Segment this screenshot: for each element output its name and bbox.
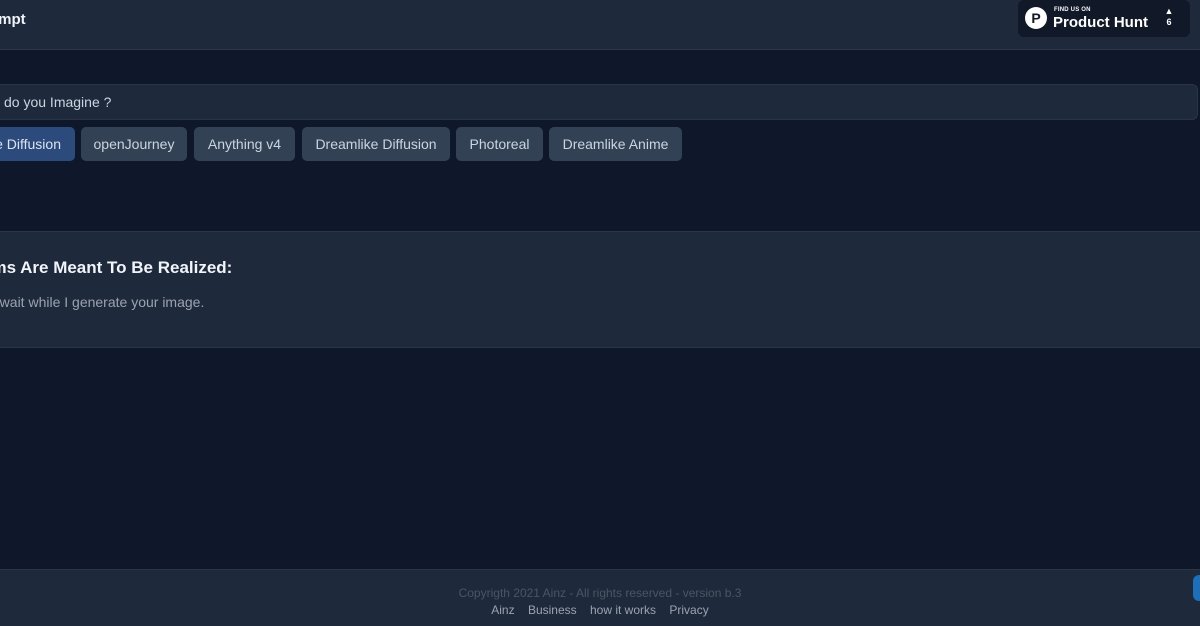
upvote-count: 6 bbox=[1166, 17, 1172, 27]
brand-title[interactable]: ompt bbox=[0, 11, 26, 28]
product-hunt-badge[interactable]: P FIND US ON Product Hunt ▲ 6 bbox=[1018, 0, 1190, 37]
footer-link-ainz[interactable]: Ainz bbox=[491, 603, 514, 617]
status-title: ams Are Meant To Be Realized: bbox=[0, 258, 233, 277]
copyright-text: Copyrigth 2021 Ainz - All rights reserve… bbox=[458, 586, 742, 600]
model-button-anything-v4[interactable]: Anything v4 bbox=[194, 127, 295, 161]
product-hunt-label: Product Hunt bbox=[1053, 14, 1148, 31]
model-button-photoreal[interactable]: Photoreal bbox=[456, 127, 543, 161]
prompt-input[interactable] bbox=[0, 84, 1198, 120]
footer-link-privacy[interactable]: Privacy bbox=[669, 603, 708, 617]
status-message: se wait while I generate your image. bbox=[0, 294, 205, 310]
model-button-stable-diffusion[interactable]: e Diffusion bbox=[0, 127, 75, 161]
header: ompt P FIND US ON Product Hunt ▲ 6 bbox=[0, 0, 1200, 50]
footer-link-business[interactable]: Business bbox=[528, 603, 577, 617]
upvote-counter: ▲ 6 bbox=[1161, 6, 1177, 28]
product-hunt-small-label: FIND US ON bbox=[1054, 7, 1091, 13]
chat-widget-icon[interactable] bbox=[1193, 575, 1200, 601]
footer-link-how-it-works[interactable]: how it works bbox=[590, 603, 656, 617]
model-button-openjourney[interactable]: openJourney bbox=[81, 127, 187, 161]
footer: Copyrigth 2021 Ainz - All rights reserve… bbox=[0, 569, 1200, 626]
model-button-dreamlike-diffusion[interactable]: Dreamlike Diffusion bbox=[302, 127, 450, 161]
page: ompt P FIND US ON Product Hunt ▲ 6 e Dif… bbox=[0, 0, 1200, 626]
model-button-dreamlike-anime[interactable]: Dreamlike Anime bbox=[549, 127, 682, 161]
product-hunt-logo-icon: P bbox=[1025, 7, 1047, 29]
footer-links: Ainz Business how it works Privacy bbox=[0, 603, 1200, 617]
status-card: ams Are Meant To Be Realized: se wait wh… bbox=[0, 231, 1200, 348]
upvote-arrow-icon: ▲ bbox=[1164, 6, 1174, 16]
